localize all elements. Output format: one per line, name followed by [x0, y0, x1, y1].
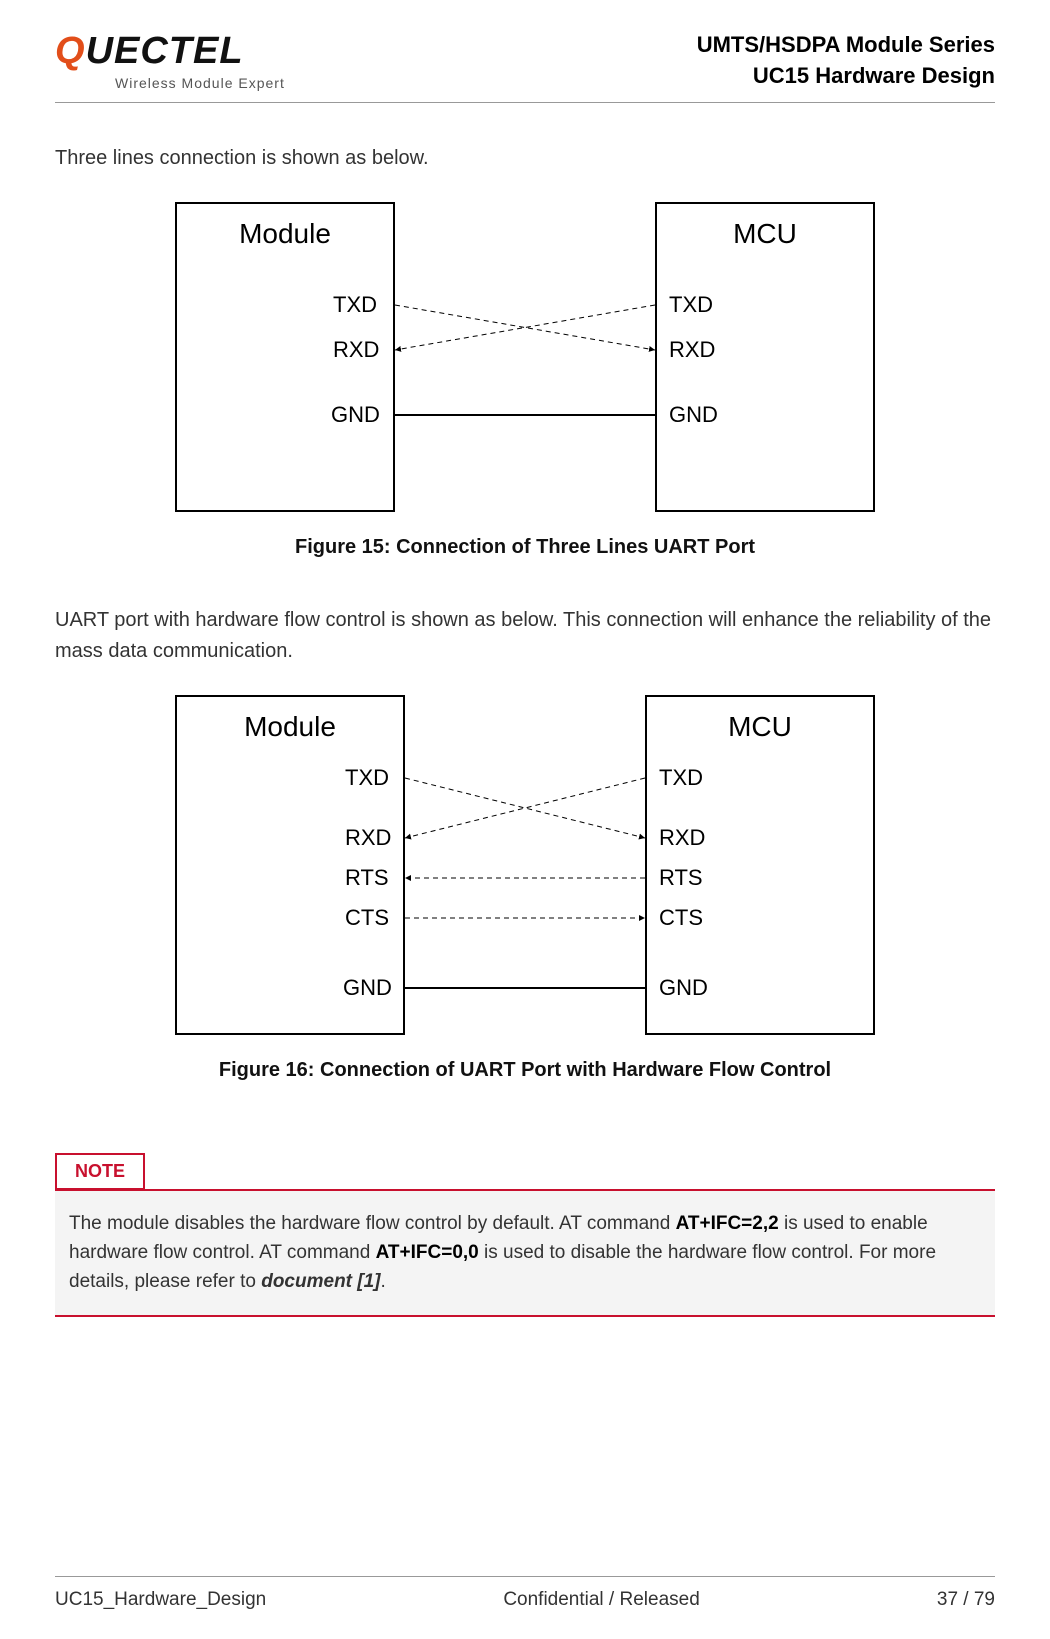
doc-title-block: UMTS/HSDPA Module Series UC15 Hardware D… — [697, 30, 995, 92]
pin2-module-cts: CTS — [345, 905, 389, 931]
brand-wordmark: QUECTEL — [55, 30, 285, 73]
footer-center: Confidential / Released — [503, 1589, 699, 1611]
intro-text-1: Three lines connection is shown as below… — [55, 143, 995, 174]
footer-rule — [55, 1576, 995, 1577]
pin2-module-txd: TXD — [345, 765, 389, 791]
module-box-title: Module — [177, 218, 393, 250]
logo-letter-q: Q — [55, 30, 86, 72]
figure-16-wires — [405, 695, 645, 1035]
page-footer: UC15_Hardware_Design Confidential / Rele… — [55, 1576, 995, 1611]
figure-16-caption: Figure 16: Connection of UART Port with … — [55, 1059, 995, 1082]
pin-module-gnd: GND — [331, 402, 380, 428]
pin2-module-gnd: GND — [343, 975, 392, 1001]
pin2-mcu-cts: CTS — [659, 905, 703, 931]
figure-15-caption: Figure 15: Connection of Three Lines UAR… — [55, 536, 995, 559]
figure-15-wires — [395, 202, 655, 512]
doc-subtitle: UC15 Hardware Design — [697, 61, 995, 92]
pin2-module-rxd: RXD — [345, 825, 391, 851]
pin-module-txd: TXD — [333, 292, 377, 318]
header-rule — [55, 102, 995, 103]
intro-text-2: UART port with hardware flow control is … — [55, 605, 995, 667]
note-text-a: The module disables the hardware flow co… — [69, 1213, 676, 1234]
logo-letters-rest: UECTEL — [86, 30, 244, 72]
footer-left: UC15_Hardware_Design — [55, 1589, 266, 1611]
pin2-mcu-rxd: RXD — [659, 825, 705, 851]
note-tag: NOTE — [55, 1153, 145, 1190]
pin-mcu-txd: TXD — [669, 292, 713, 318]
footer-right: 37 / 79 — [937, 1589, 995, 1611]
doc-series: UMTS/HSDPA Module Series — [697, 30, 995, 61]
figure-15-diagram: Module MCU TXD RXD GND TXD RXD GND — [55, 202, 995, 512]
page-header: QUECTEL Wireless Module Expert UMTS/HSDP… — [55, 0, 995, 92]
pin2-mcu-txd: TXD — [659, 765, 703, 791]
pin2-mcu-gnd: GND — [659, 975, 708, 1001]
figure-16-diagram: Module MCU TXD RXD RTS CTS GND TXD RXD R… — [55, 695, 995, 1035]
mcu-box-title: MCU — [657, 218, 873, 250]
pin-module-rxd: RXD — [333, 337, 379, 363]
pin2-module-rts: RTS — [345, 865, 389, 891]
note-cmd2: AT+IFC=0,0 — [376, 1242, 479, 1263]
note-ref: document [1] — [261, 1271, 380, 1292]
brand-tagline: Wireless Module Expert — [115, 75, 285, 91]
pin-mcu-rxd: RXD — [669, 337, 715, 363]
note-body: The module disables the hardware flow co… — [55, 1189, 995, 1317]
brand-logo: QUECTEL Wireless Module Expert — [55, 30, 285, 91]
note-text-d: . — [381, 1271, 386, 1292]
mcu-box-2-title: MCU — [647, 711, 873, 743]
pin2-mcu-rts: RTS — [659, 865, 703, 891]
note-block: NOTE The module disables the hardware fl… — [55, 1152, 995, 1317]
pin-mcu-gnd: GND — [669, 402, 718, 428]
module-box-2-title: Module — [177, 711, 403, 743]
note-cmd1: AT+IFC=2,2 — [676, 1213, 779, 1234]
